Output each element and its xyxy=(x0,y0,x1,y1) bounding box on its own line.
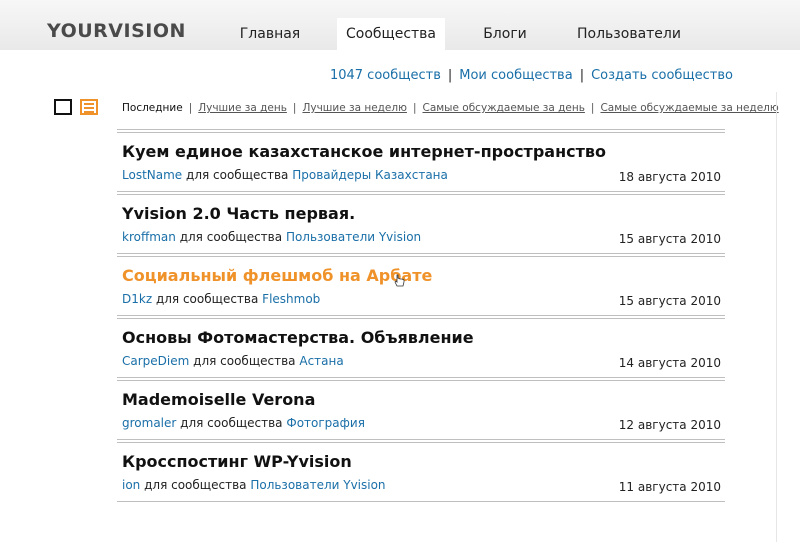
tab-home[interactable]: Главная xyxy=(230,18,310,50)
list-view-icon[interactable] xyxy=(80,99,98,115)
filter-most-discussed-day[interactable]: Самые обсуждаемые за день xyxy=(423,102,585,114)
post-meta: ion для сообщества Пользователи Yvision xyxy=(122,478,386,492)
for-community-text: для сообщества xyxy=(186,168,289,182)
for-community-text: для сообщества xyxy=(155,292,259,306)
author-link[interactable]: ion xyxy=(122,478,140,492)
for-community-text: для сообщества xyxy=(193,354,296,368)
list-item: Основы Фотомастерства. Объявление CarpeD… xyxy=(117,319,725,377)
post-date: 18 августа 2010 xyxy=(618,170,721,184)
author-link[interactable]: LostName xyxy=(122,168,182,182)
filter-most-discussed-week[interactable]: Самые обсуждаемые за неделю xyxy=(600,102,778,114)
community-link[interactable]: Пользователи Yvision xyxy=(286,230,421,244)
filter-best-week[interactable]: Лучшие за неделю xyxy=(302,102,407,114)
tab-communities[interactable]: Сообщества xyxy=(337,18,445,50)
post-title[interactable]: Социальный флешмоб на Арбате xyxy=(122,266,432,285)
post-date: 15 августа 2010 xyxy=(618,294,721,308)
post-title[interactable]: Кросспостинг WP-Yvision xyxy=(122,452,352,471)
community-links: 1047 сообществ | Мои сообщества | Создать со… xyxy=(330,68,733,83)
separator: | xyxy=(579,68,585,83)
tab-blogs[interactable]: Блоги xyxy=(470,18,540,50)
post-title[interactable]: Основы Фотомастерства. Объявление xyxy=(122,328,474,347)
post-title[interactable]: Yvision 2.0 Часть первая. xyxy=(122,204,355,223)
post-title[interactable]: Mademoiselle Verona xyxy=(122,390,315,409)
my-communities-link[interactable]: Мои сообщества xyxy=(459,68,572,83)
list-item: Куем единое казахстанское интернет-прост… xyxy=(117,133,725,191)
post-meta: D1kz для сообщества Fleshmob xyxy=(122,292,320,306)
community-link[interactable]: Провайдеры Казахстана xyxy=(292,168,448,182)
community-link[interactable]: Фотография xyxy=(286,416,365,430)
site-logo[interactable]: YOURVISION xyxy=(47,20,186,42)
list-item: Социальный флешмоб на Арбате D1kz для со… xyxy=(117,257,725,315)
post-meta: kroffman для сообщества Пользователи Yvi… xyxy=(122,230,421,244)
for-community-text: для сообщества xyxy=(180,416,283,430)
tab-users[interactable]: Пользователи xyxy=(570,18,688,50)
filter-best-day[interactable]: Лучшие за день xyxy=(198,102,287,114)
post-date: 15 августа 2010 xyxy=(618,232,721,246)
author-link[interactable]: kroffman xyxy=(122,230,176,244)
post-meta: gromaler для сообщества Фотография xyxy=(122,416,365,430)
post-date: 12 августа 2010 xyxy=(618,418,721,432)
create-community-link[interactable]: Создать сообщество xyxy=(591,68,733,83)
list-item: Кросспостинг WP-Yvision ion для сообщест… xyxy=(117,443,725,501)
community-link[interactable]: Пользователи Yvision xyxy=(250,478,385,492)
communities-count-link[interactable]: 1047 сообществ xyxy=(330,68,441,83)
separator: | xyxy=(447,68,453,83)
top-navigation-bar: YOURVISION Главная Сообщества Блоги Поль… xyxy=(0,0,800,50)
post-list: Куем единое казахстанское интернет-прост… xyxy=(117,129,725,502)
post-meta: LostName для сообщества Провайдеры Казах… xyxy=(122,168,448,182)
divider xyxy=(117,501,725,502)
community-link[interactable]: Астана xyxy=(299,354,343,368)
for-community-text: для сообщества xyxy=(144,478,247,492)
author-link[interactable]: CarpeDiem xyxy=(122,354,189,368)
author-link[interactable]: D1kz xyxy=(122,292,152,306)
post-date: 14 августа 2010 xyxy=(618,356,721,370)
for-community-text: для сообщества xyxy=(179,230,283,244)
post-title[interactable]: Куем единое казахстанское интернет-прост… xyxy=(122,142,606,161)
list-item: Yvision 2.0 Часть первая. kroffman для с… xyxy=(117,195,725,253)
separator: | xyxy=(292,102,297,114)
separator: | xyxy=(590,102,595,114)
post-meta: CarpeDiem для сообщества Астана xyxy=(122,354,344,368)
community-link[interactable]: Fleshmob xyxy=(262,292,320,306)
sort-filters: Последние | Лучшие за день | Лучшие за недел… xyxy=(122,102,779,114)
single-view-icon[interactable] xyxy=(54,99,72,115)
list-item: Mademoiselle Verona gromaler для сообщес… xyxy=(117,381,725,439)
separator: | xyxy=(412,102,417,114)
hand-pointer-icon xyxy=(394,274,405,287)
separator: | xyxy=(188,102,193,114)
filter-latest[interactable]: Последние xyxy=(122,102,183,114)
content-border xyxy=(776,92,777,542)
author-link[interactable]: gromaler xyxy=(122,416,176,430)
post-date: 11 августа 2010 xyxy=(618,480,721,494)
